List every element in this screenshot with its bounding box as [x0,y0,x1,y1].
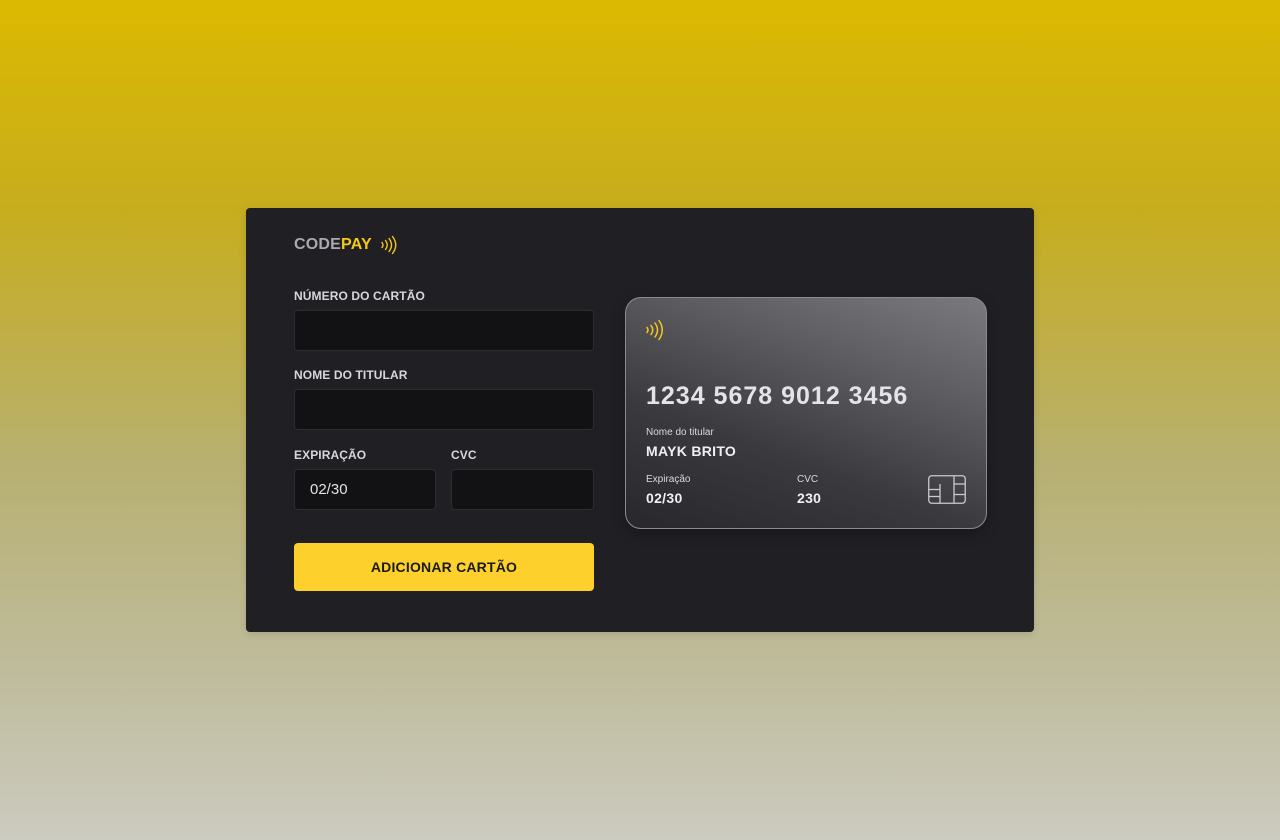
codepay-logo: CODE PAY [294,234,398,256]
logo-code-text: CODE [294,236,342,253]
card-number-input[interactable] [294,310,594,351]
holder-name-label: NOME DO TITULAR [294,368,408,382]
card-preview-cvc-label: CVC [797,474,819,485]
chip-icon [928,475,966,509]
cvc-input[interactable] [451,469,594,510]
card-preview-holder-label: Nome do titular [646,427,714,438]
contactless-icon [645,318,665,347]
add-card-panel: CODE PAY NÚMERO DO CARTÃO NOME DO TITULAR… [246,208,1034,632]
contactless-icon [380,234,398,256]
card-preview: 1234 5678 9012 3456 Nome do titular MAYK… [625,297,987,529]
expiration-input[interactable] [294,469,436,510]
logo-pay-text: PAY [341,236,372,253]
card-preview-cvc-value: 230 [797,490,822,506]
card-preview-holder-value: MAYK BRITO [646,443,737,459]
add-card-button[interactable]: ADICIONAR CARTÃO [294,543,594,591]
card-number-label: NÚMERO DO CARTÃO [294,289,425,303]
holder-name-input[interactable] [294,389,594,430]
card-preview-expiration-label: Expiração [646,474,691,485]
card-preview-expiration-value: 02/30 [646,490,683,506]
cvc-label: CVC [451,448,477,462]
expiration-label: EXPIRAÇÃO [294,448,367,462]
card-preview-number: 1234 5678 9012 3456 [646,382,909,410]
